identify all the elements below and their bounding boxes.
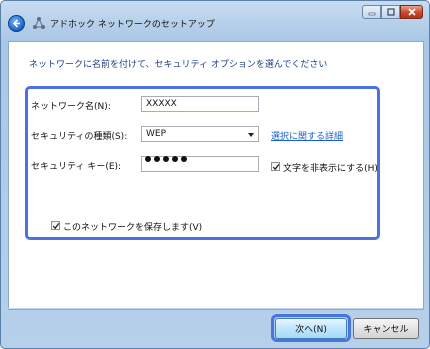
checkmark-icon	[272, 164, 280, 171]
mask-dot	[163, 156, 169, 162]
network-name-input[interactable]: XXXXX	[141, 96, 259, 112]
security-type-value: WEP	[146, 129, 167, 139]
adhoc-network-icon	[33, 17, 45, 29]
network-name-label: ネットワーク名(N):	[31, 102, 111, 112]
footer-divider	[7, 308, 423, 309]
minimize-button[interactable]	[362, 5, 381, 19]
masked-key	[145, 156, 187, 162]
mask-dot	[154, 156, 160, 162]
maximize-button[interactable]	[381, 5, 400, 19]
checkmark-icon	[52, 223, 60, 230]
security-details-link[interactable]: 選択に関する詳細	[271, 129, 343, 142]
window-title: アドホック ネットワークのセットアップ	[50, 20, 215, 30]
close-button[interactable]	[400, 5, 423, 19]
mask-dot	[181, 156, 187, 162]
close-icon	[407, 8, 416, 16]
hide-characters-checkbox[interactable]	[271, 162, 280, 171]
mask-dot	[145, 156, 151, 162]
instruction-text: ネットワークに名前を付けて、セキュリティ オプションを選んでください	[29, 60, 328, 70]
maximize-icon	[386, 8, 395, 16]
window-controls	[362, 5, 423, 20]
save-network-label: このネットワークを保存します(V)	[63, 223, 203, 233]
mask-dot	[172, 156, 178, 162]
hide-characters-label: 文字を非表示にする(H)	[283, 164, 378, 174]
back-button[interactable]	[8, 15, 25, 32]
dropdown-arrow-icon	[248, 133, 254, 137]
title-bar: アドホック ネットワークのセットアップ	[1, 1, 429, 41]
security-key-label: セキュリティ キー(E):	[31, 162, 122, 172]
minimize-icon	[368, 12, 375, 16]
save-network-checkbox[interactable]	[51, 221, 60, 230]
security-type-select[interactable]: WEP	[141, 126, 259, 142]
back-arrow-icon	[12, 19, 20, 28]
security-type-label: セキュリティの種類(S):	[31, 132, 128, 142]
next-button[interactable]: 次へ(N)	[275, 318, 347, 339]
cancel-button[interactable]: キャンセル	[353, 318, 419, 339]
